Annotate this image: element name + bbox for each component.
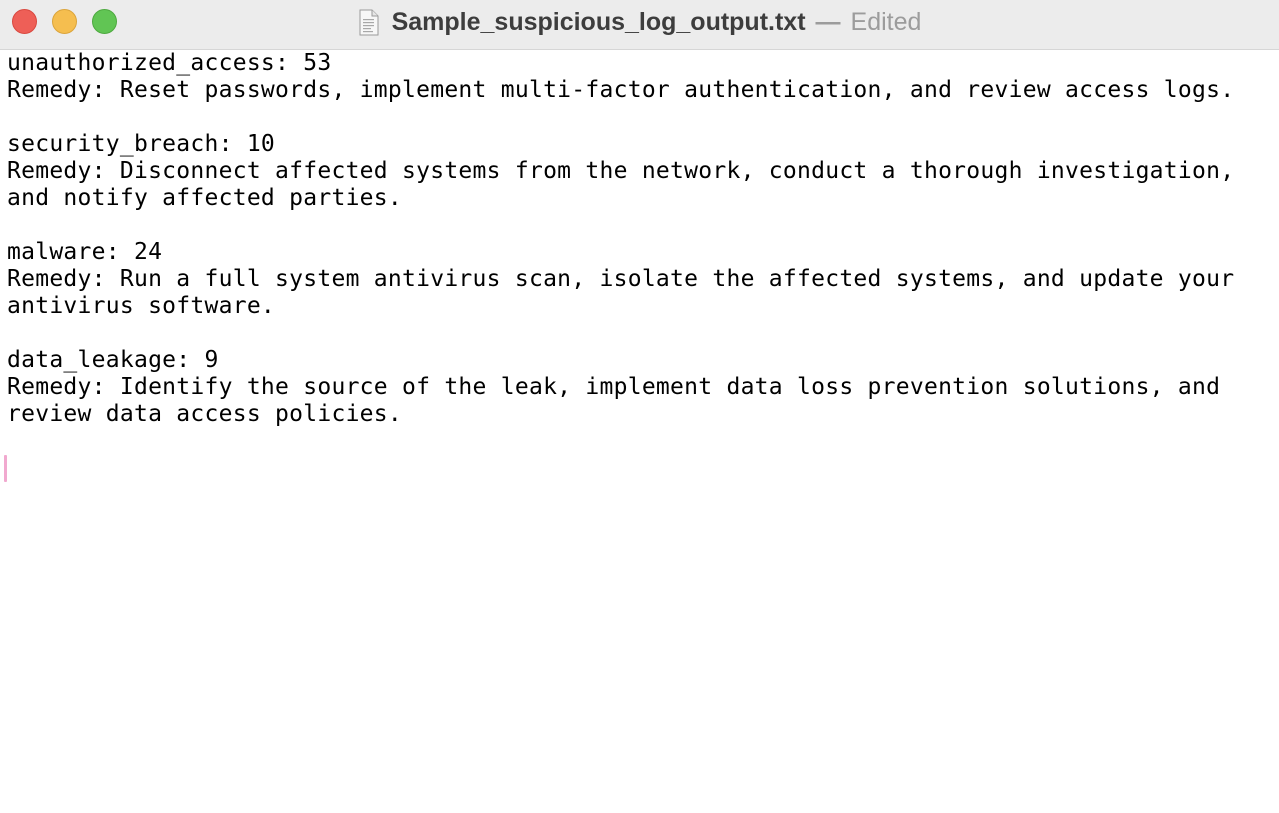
text-line: security_breach: 10	[7, 131, 276, 157]
text-line	[7, 428, 1279, 455]
window-title-group: Sample_suspicious_log_output.txt — Edite…	[0, 0, 1279, 44]
text-line: and notify affected parties.	[7, 185, 403, 211]
text-line: Remedy: Run a full system antivirus scan…	[7, 266, 1235, 292]
edited-status: Edited	[850, 7, 922, 36]
title-bar[interactable]: Sample_suspicious_log_output.txt — Edite…	[0, 0, 1279, 50]
text-line: data_leakage: 9	[7, 347, 219, 373]
text-line: review data access policies.	[7, 401, 403, 427]
text-line	[7, 104, 1279, 131]
text-line: Remedy: Identify the source of the leak,…	[7, 374, 1221, 400]
text-line: antivirus software.	[7, 293, 276, 319]
text-document-icon[interactable]	[358, 9, 380, 36]
text-line: Remedy: Disconnect affected systems from…	[7, 158, 1235, 184]
text-line: unauthorized_access: 53	[7, 50, 332, 76]
title-separator: —	[815, 7, 841, 36]
text-line: malware: 24	[7, 239, 163, 265]
text-editor-window: Sample_suspicious_log_output.txt — Edite…	[0, 0, 1279, 813]
document-title: Sample_suspicious_log_output.txt	[391, 7, 806, 36]
text-insertion-cursor	[4, 455, 7, 482]
text-line	[7, 455, 1279, 482]
text-editor-area[interactable]: unauthorized_access: 53 Remedy: Reset pa…	[0, 50, 1279, 813]
text-line	[7, 320, 1279, 347]
text-line: Remedy: Reset passwords, implement multi…	[7, 77, 1235, 103]
text-line	[7, 212, 1279, 239]
